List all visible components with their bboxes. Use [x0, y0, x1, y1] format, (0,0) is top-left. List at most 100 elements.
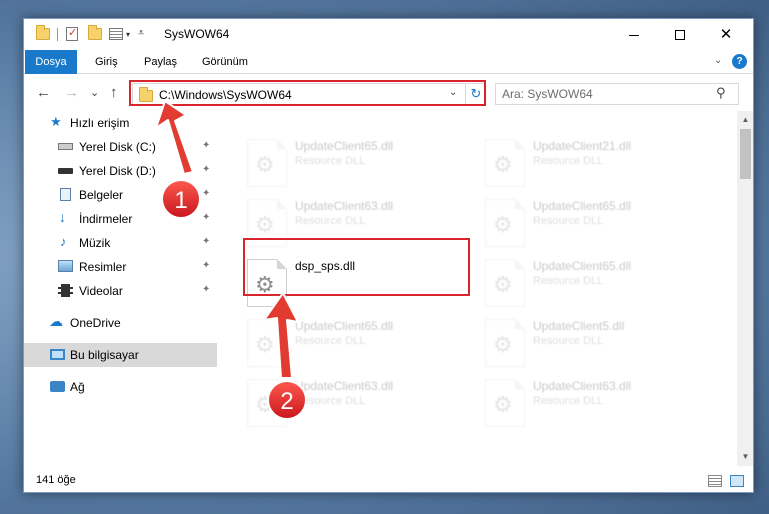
file-item[interactable]: ⚙ UpdateClient65.dll Resource DLL — [243, 133, 481, 189]
customize-toolbar-icon[interactable]: ⩡ — [138, 27, 144, 40]
minimize-button[interactable] — [611, 19, 657, 50]
dll-file-icon: ⚙ — [247, 319, 287, 367]
chevron-down-icon[interactable]: ⌄ — [449, 87, 457, 98]
file-item[interactable]: ⚙ UpdateClient63.dll Resource DLL — [481, 373, 719, 429]
file-item[interactable]: ⚙ UpdateClient65.dll Resource DLL — [481, 253, 719, 309]
pin-icon[interactable]: ✦ — [202, 236, 210, 247]
dll-file-icon: ⚙ — [485, 199, 525, 247]
recent-locations-button[interactable]: ⌄ — [90, 86, 99, 99]
dll-file-icon: ⚙ — [247, 139, 287, 187]
file-item[interactable]: ⚙ UpdateClient65.dll Resource DLL — [481, 193, 719, 249]
file-type: Resource DLL — [533, 275, 604, 287]
sidebar-item-local-disk-c[interactable]: Yerel Disk (C:) ✦ — [24, 135, 217, 159]
sidebar-item-quick-access[interactable]: ★ Hızlı erişim — [24, 111, 217, 135]
refresh-button[interactable]: ↻ — [465, 83, 486, 105]
sidebar-item-videos[interactable]: Videolar ✦ — [24, 279, 217, 303]
tab-share[interactable]: Paylaş — [134, 50, 187, 74]
window-title: SysWOW64 — [164, 27, 230, 41]
gear-icon: ⚙ — [255, 212, 275, 237]
file-name: UpdateClient65.dll — [295, 139, 394, 153]
documents-icon — [60, 188, 71, 201]
address-path[interactable]: C:\Windows\SysWOW64 — [159, 88, 292, 102]
address-bar[interactable]: C:\Windows\SysWOW64 ⌄ ↻ — [132, 83, 486, 105]
search-icon[interactable]: ⚲ — [716, 85, 726, 101]
drive-icon — [58, 168, 73, 174]
pin-icon[interactable]: ✦ — [202, 164, 210, 175]
file-item[interactable]: ⚙ UpdateClient63.dll Resource DLL — [243, 193, 481, 249]
network-icon — [50, 381, 65, 392]
sidebar-item-label: OneDrive — [70, 316, 121, 330]
scroll-up-icon[interactable]: ▲ — [737, 115, 753, 124]
sidebar-item-pictures[interactable]: Resimler ✦ — [24, 255, 217, 279]
dll-file-icon: ⚙ — [485, 379, 525, 427]
details-view-icon[interactable] — [708, 475, 722, 487]
file-type: Resource DLL — [295, 155, 366, 167]
large-icons-view-icon[interactable] — [730, 475, 744, 487]
view-options-icon[interactable] — [109, 28, 123, 40]
item-count: 141 öğe — [36, 474, 76, 486]
scrollbar-thumb[interactable] — [740, 129, 751, 179]
file-name: dsp_sps.dll — [295, 259, 356, 273]
file-item[interactable]: ⚙ UpdateClient63.dll Resource DLL — [243, 373, 481, 429]
search-box[interactable]: ⚲ — [495, 83, 739, 105]
file-item[interactable]: ⚙ UpdateClient21.dll Resource DLL — [481, 133, 719, 189]
close-button[interactable]: ✕ — [703, 19, 749, 50]
gear-icon: ⚙ — [255, 152, 275, 177]
search-input[interactable] — [502, 87, 702, 101]
new-folder-icon[interactable] — [88, 25, 102, 40]
sidebar-item-downloads[interactable]: ↓ İndirmeler ✦ — [24, 207, 217, 231]
scroll-down-icon[interactable]: ▼ — [737, 452, 753, 461]
downloads-icon: ↓ — [59, 209, 66, 225]
dll-file-icon: ⚙ — [247, 379, 287, 427]
sidebar-item-label: Bu bilgisayar — [70, 348, 139, 362]
sidebar-item-this-pc[interactable]: Bu bilgisayar — [24, 343, 217, 367]
pin-icon[interactable]: ✦ — [202, 212, 210, 223]
back-button[interactable]: ← — [36, 84, 51, 101]
tab-home[interactable]: Giriş — [85, 50, 128, 74]
sidebar-item-label: Ağ — [70, 380, 85, 394]
file-name: UpdateClient65.dll — [295, 319, 394, 333]
expand-ribbon-icon[interactable]: ⌄ — [714, 55, 722, 66]
up-button[interactable]: ↑ — [110, 84, 118, 101]
tab-file[interactable]: Dosya — [25, 50, 77, 74]
chevron-down-icon[interactable]: ▾ — [126, 30, 130, 39]
sidebar-item-label: Belgeler — [79, 188, 124, 202]
properties-icon[interactable] — [66, 26, 78, 41]
file-item[interactable]: ⚙ UpdateClient65.dll Resource DLL — [243, 313, 481, 369]
gear-icon: ⚙ — [255, 392, 275, 417]
gear-icon: ⚙ — [493, 212, 513, 237]
pin-icon[interactable]: ✦ — [202, 260, 210, 271]
help-icon[interactable]: ? — [732, 54, 747, 69]
sidebar-item-label: Hızlı erişim — [70, 116, 130, 130]
folder-icon[interactable] — [36, 25, 50, 40]
onedrive-icon: ☁ — [49, 313, 63, 329]
sidebar-item-label: Resimler — [79, 260, 127, 274]
close-icon: ✕ — [719, 26, 733, 43]
file-item[interactable]: ⚙ UpdateClient5.dll Resource DLL — [481, 313, 719, 369]
pictures-icon — [58, 260, 73, 272]
pin-icon[interactable]: ✦ — [202, 284, 210, 295]
sidebar-item-local-disk-d[interactable]: Yerel Disk (D:) ✦ — [24, 159, 217, 183]
navigation-bar: ← → ⌄ ↑ C:\Windows\SysWOW64 ⌄ ↻ ⚲ — [24, 75, 753, 111]
tab-view[interactable]: Görünüm — [192, 50, 258, 74]
file-item-dsp-sps[interactable]: ⚙ dsp_sps.dll — [243, 253, 481, 309]
ribbon-tabs: Dosya Giriş Paylaş Görünüm ⌄ ? — [24, 50, 753, 74]
sidebar-item-onedrive[interactable]: ☁ OneDrive — [24, 311, 217, 335]
computer-icon — [50, 349, 65, 360]
sidebar-item-network[interactable]: Ağ — [24, 375, 217, 399]
maximize-button[interactable] — [657, 19, 703, 50]
dll-file-icon: ⚙ — [247, 259, 287, 307]
file-name: UpdateClient65.dll — [533, 259, 632, 273]
pin-icon[interactable]: ✦ — [202, 188, 210, 199]
vertical-scrollbar[interactable]: ▲ ▼ — [737, 111, 753, 466]
sidebar-item-documents[interactable]: Belgeler ✦ — [24, 183, 217, 207]
toolbar-separator — [57, 28, 58, 41]
file-type: Resource DLL — [533, 155, 604, 167]
pin-icon[interactable]: ✦ — [202, 140, 210, 151]
file-name: UpdateClient21.dll — [533, 139, 632, 153]
file-name: UpdateClient63.dll — [295, 379, 394, 393]
sidebar-item-label: İndirmeler — [79, 212, 133, 226]
sidebar-item-music[interactable]: ♪ Müzik ✦ — [24, 231, 217, 255]
sidebar-item-label: Yerel Disk (D:) — [79, 164, 156, 178]
forward-button[interactable]: → — [64, 84, 79, 101]
